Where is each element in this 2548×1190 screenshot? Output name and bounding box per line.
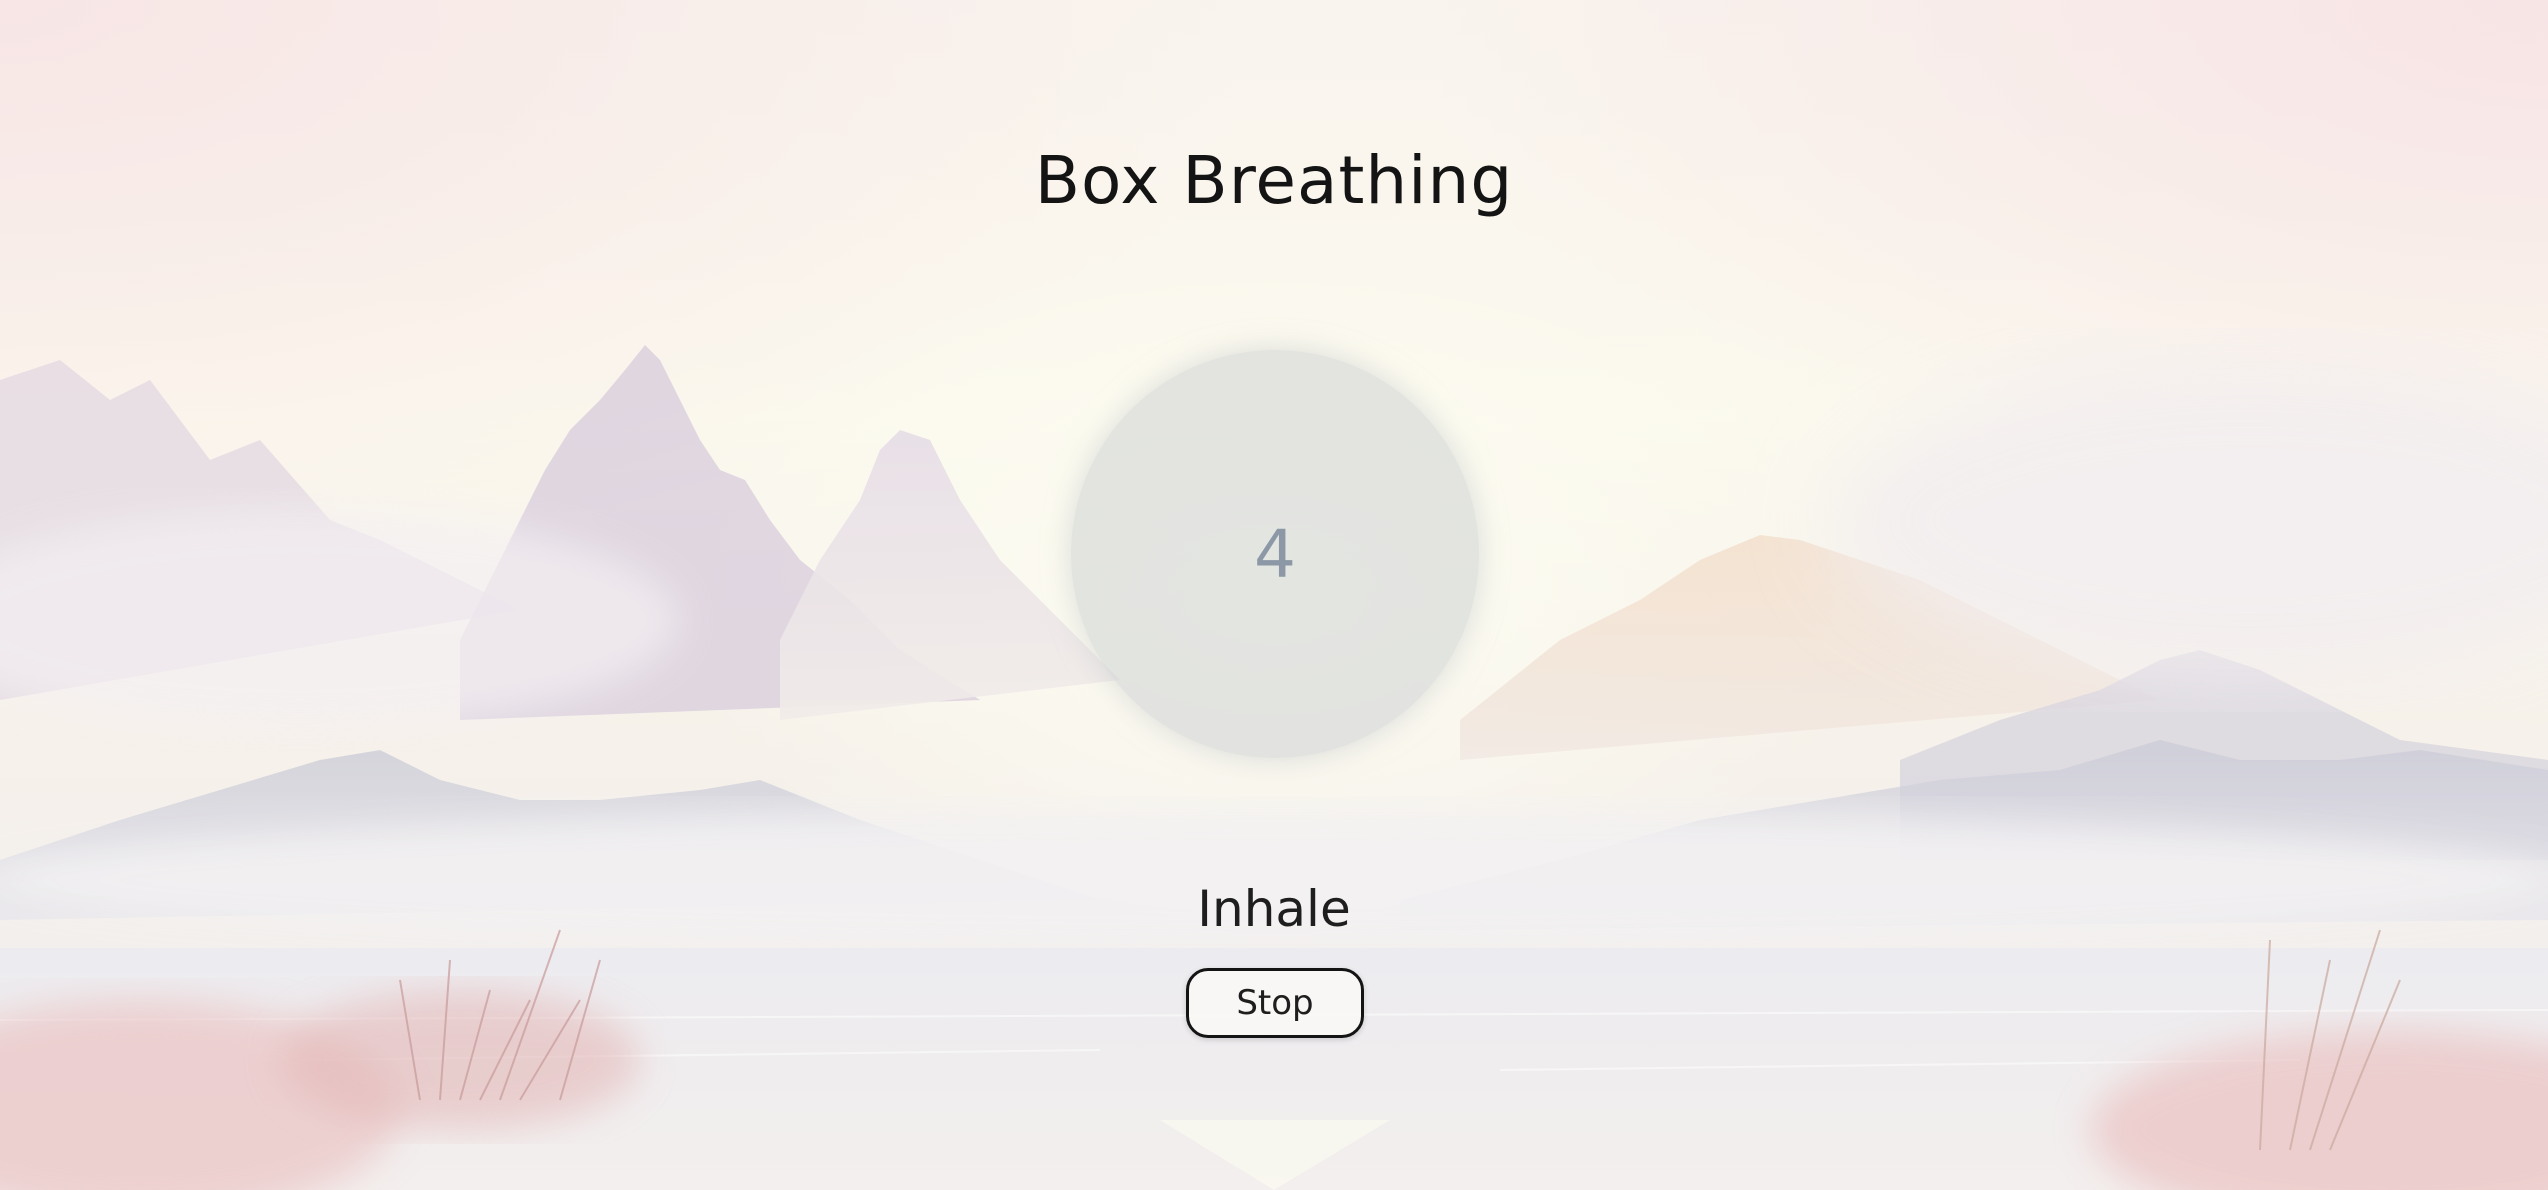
stop-button[interactable]: Stop [1186,968,1364,1038]
countdown-number: 4 [1254,515,1296,593]
breathing-circle: 4 [1071,350,1479,758]
page-title: Box Breathing [1034,142,1514,219]
breath-phase-label: Inhale [1197,880,1351,938]
